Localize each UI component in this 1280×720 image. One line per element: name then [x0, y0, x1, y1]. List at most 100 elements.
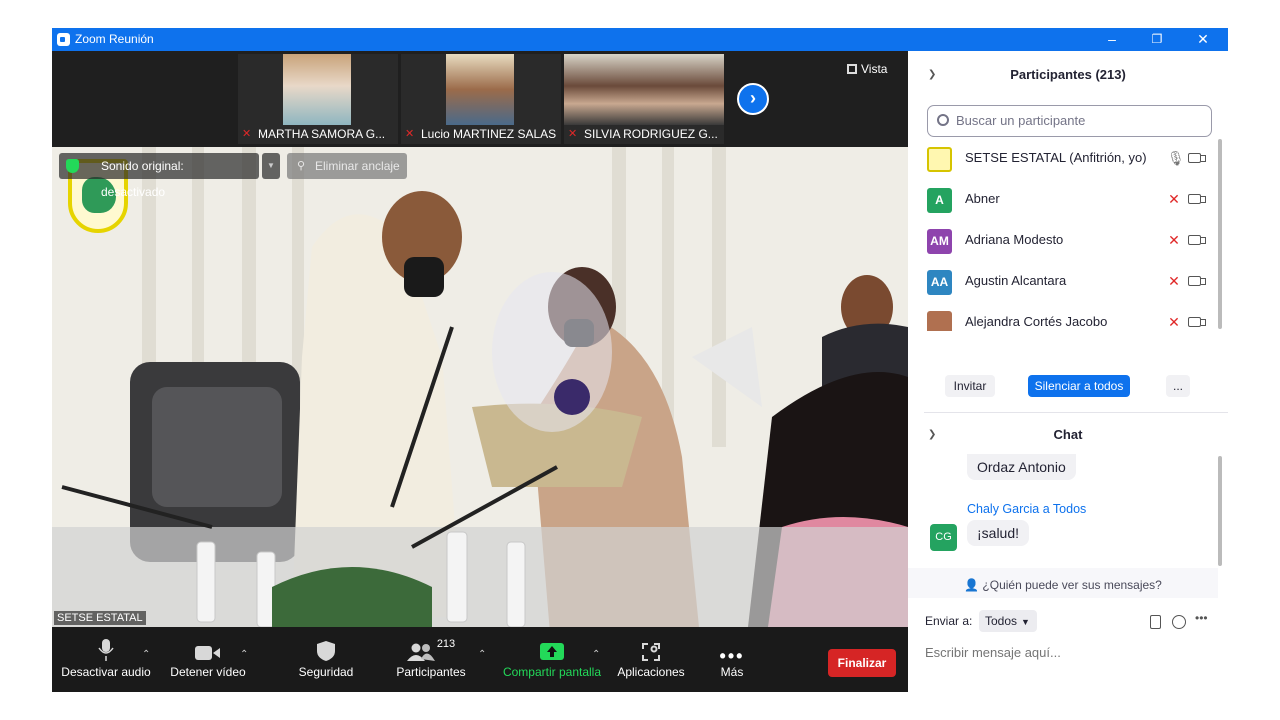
unpin-button[interactable]: ⚲ Eliminar anclaje	[287, 153, 407, 179]
participants-icon	[406, 643, 435, 661]
who-sees-label: ¿Quién puede ver sus mensajes?	[982, 578, 1162, 592]
original-sound-indicator[interactable]: Sonido original: desactivado	[59, 153, 259, 199]
thumbnail-strip: ✕ MARTHA SAMORA G... ✕ Lucio MARTINEZ SA…	[52, 51, 908, 147]
participant-row[interactable]: A Abner ✕	[908, 180, 1218, 221]
next-page-arrow-icon[interactable]: ›	[737, 83, 769, 115]
mute-button[interactable]: Desactivar audio	[60, 627, 152, 692]
mic-muted-icon[interactable]: ✕	[1167, 232, 1181, 250]
main-video: Sonido original: desactivado ▼ ⚲ Eliminar…	[52, 147, 908, 627]
participants-count: 213	[436, 638, 456, 650]
share-options-caret-icon[interactable]: ⌃	[592, 649, 600, 660]
chat-scrollbar[interactable]	[1218, 456, 1222, 566]
share-screen-button[interactable]: Compartir pantalla	[500, 627, 604, 692]
side-panel: ❯ Participantes (213) Buscar un particip…	[908, 51, 1228, 692]
window-title: Zoom Reunión	[75, 32, 154, 46]
participant-name: Lucio MARTINEZ SALAS	[421, 127, 557, 141]
mic-muted-icon[interactable]: ✕	[1167, 314, 1181, 331]
more-label: Más	[720, 665, 744, 679]
chat-message: ¡salud!	[967, 520, 1030, 546]
mute-label: Desactivar audio	[61, 665, 151, 679]
participant-row[interactable]: AA Agustin Alcantara ✕	[908, 262, 1218, 303]
participant-avatar	[927, 311, 952, 331]
stop-video-button[interactable]: Detener vídeo	[164, 627, 252, 692]
emoji-icon[interactable]	[1172, 615, 1186, 629]
grid-icon	[847, 64, 857, 74]
microphone-icon	[98, 639, 114, 661]
apps-button[interactable]: Aplicaciones	[610, 627, 692, 692]
security-button[interactable]: Seguridad	[286, 627, 366, 692]
chat-message-input[interactable]	[925, 641, 1215, 663]
participant-video	[564, 54, 724, 125]
participants-button[interactable]: 213 Participantes	[388, 627, 474, 692]
unpin-label: Eliminar anclaje	[315, 159, 400, 173]
participant-search-input[interactable]: Buscar un participante	[927, 105, 1212, 137]
participant-row[interactable]: Alejandra Cortés Jacobo ✕	[908, 303, 1218, 331]
invite-button[interactable]: Invitar	[945, 375, 995, 397]
participant-thumbnail[interactable]: ✕ SILVIA RODRIGUEZ G...	[564, 54, 724, 144]
search-placeholder: Buscar un participante	[956, 113, 1086, 128]
more-participant-options-button[interactable]: ...	[1166, 375, 1190, 397]
send-to-value: Todos	[985, 614, 1018, 628]
shield-icon	[66, 159, 79, 173]
apps-icon	[642, 643, 660, 661]
participant-name: Abner	[965, 191, 1000, 206]
participant-row[interactable]: AM Adriana Modesto ✕	[908, 221, 1218, 262]
participant-video	[283, 54, 351, 125]
participant-thumbnail[interactable]: ✕ MARTHA SAMORA G...	[238, 54, 398, 144]
chat-avatar: CG	[930, 524, 957, 551]
close-button[interactable]: ✕	[1180, 28, 1226, 51]
audio-options-caret-icon[interactable]: ⌃	[142, 649, 150, 660]
video-options-caret-icon[interactable]: ⌃	[240, 649, 248, 660]
minimize-button[interactable]: –	[1089, 28, 1135, 51]
shield-security-icon	[317, 641, 335, 661]
title-bar: Zoom Reunión – ❐ ✕	[52, 28, 1228, 51]
participant-thumbnail[interactable]: ✕ Lucio MARTINEZ SALAS	[401, 54, 561, 144]
participant-avatar: AA	[927, 270, 952, 295]
restore-button[interactable]: ❐	[1134, 28, 1180, 51]
participant-name: MARTHA SAMORA G...	[258, 127, 386, 141]
participant-name: Adriana Modesto	[965, 232, 1064, 247]
participants-title: Participantes (213)	[1010, 67, 1126, 82]
mic-muted-icon[interactable]: ✕	[1167, 191, 1181, 209]
file-icon[interactable]	[1150, 615, 1161, 629]
view-button[interactable]: Vista	[847, 62, 887, 76]
participant-avatar: A	[927, 188, 952, 213]
mic-muted-icon[interactable]: ✕	[1167, 273, 1181, 291]
video-label: Detener vídeo	[170, 665, 246, 679]
search-icon	[937, 114, 949, 126]
participant-name: SETSE ESTATAL (Anfitrión, yo)	[965, 150, 1147, 165]
participant-name: Agustin Alcantara	[965, 273, 1067, 288]
video-camera-icon[interactable]	[1188, 153, 1206, 163]
microphone-icon[interactable]: 🎙	[1167, 150, 1185, 168]
chat-sender: Chaly Garcia a Todos	[967, 502, 1086, 516]
sound-options-dropdown[interactable]: ▼	[262, 153, 280, 179]
meeting-area: ✕ MARTHA SAMORA G... ✕ Lucio MARTINEZ SA…	[52, 51, 908, 692]
video-camera-icon	[195, 646, 220, 660]
participants-scrollbar[interactable]	[1218, 139, 1222, 329]
pin-icon: ⚲	[297, 160, 306, 172]
active-speaker-label: SETSE ESTATAL	[54, 611, 146, 625]
participant-row[interactable]: SETSE ESTATAL (Anfitrión, yo) 🎙	[908, 139, 1218, 180]
more-button[interactable]: ••• Más	[706, 627, 758, 692]
video-camera-icon[interactable]	[1188, 276, 1206, 286]
share-label: Compartir pantalla	[502, 665, 602, 679]
chat-sender-name[interactable]: Chaly Garcia	[967, 502, 1039, 516]
end-meeting-button[interactable]: Finalizar	[828, 649, 896, 677]
participant-avatar: AM	[927, 229, 952, 254]
more-chat-options-icon[interactable]: •••	[1195, 611, 1208, 625]
video-camera-icon[interactable]	[1188, 194, 1206, 204]
chat-recipient: a Todos	[1039, 502, 1087, 516]
mute-all-button[interactable]: Silenciar a todos	[1028, 375, 1130, 397]
who-can-see-link[interactable]: 👤 ¿Quién puede ver sus mensajes?	[908, 578, 1218, 592]
send-to-label: Enviar a:	[925, 614, 973, 628]
participant-video	[446, 54, 514, 125]
security-label: Seguridad	[298, 665, 354, 679]
video-camera-icon[interactable]	[1188, 235, 1206, 245]
send-to-dropdown[interactable]: Todos ▼	[979, 610, 1037, 632]
participants-label: Participantes	[396, 665, 466, 679]
participant-name: Alejandra Cortés Jacobo	[965, 314, 1108, 329]
chat-title: Chat	[1053, 427, 1083, 442]
video-camera-icon[interactable]	[1188, 317, 1206, 327]
participants-options-caret-icon[interactable]: ⌃	[478, 649, 486, 660]
participant-name: SILVIA RODRIGUEZ G...	[584, 127, 718, 141]
